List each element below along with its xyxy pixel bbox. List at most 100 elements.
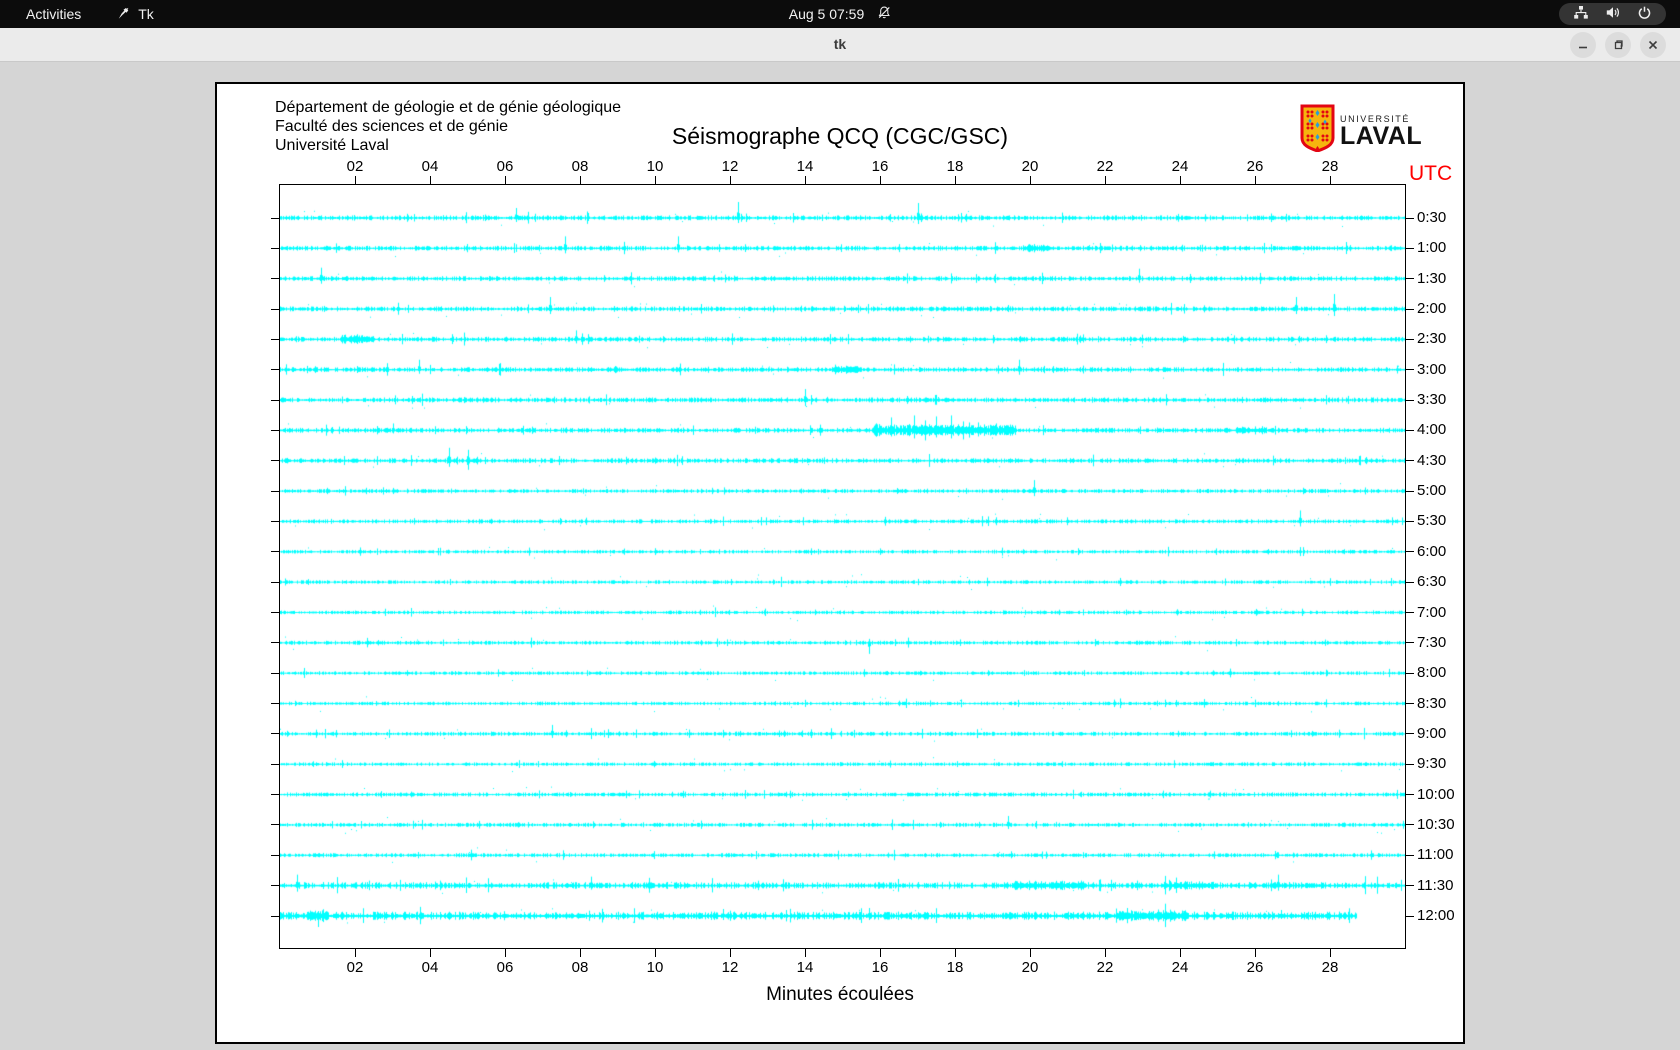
x-tick-label-top: 06	[496, 158, 514, 175]
x-tick-label-top: 14	[796, 158, 814, 175]
row-utc-label: 1:00	[1417, 239, 1447, 257]
x-tick-label-top: 08	[571, 158, 589, 175]
minimize-button[interactable]	[1570, 32, 1596, 58]
row-tick-left	[271, 733, 279, 735]
row-tick-right	[1406, 490, 1414, 492]
row-tick-right	[1406, 460, 1414, 462]
row-tick-right	[1406, 217, 1414, 219]
x-tick-bottom	[354, 949, 356, 957]
x-tick-top	[654, 176, 656, 184]
row-tick-left	[271, 612, 279, 614]
x-tick-top	[1329, 176, 1331, 184]
row-tick-left	[271, 278, 279, 280]
x-tick-bottom	[1029, 949, 1031, 957]
row-tick-left	[271, 338, 279, 340]
clock-menu-button[interactable]: Aug 5 07:59	[789, 5, 892, 23]
row-tick-right	[1406, 369, 1414, 371]
utc-axis-label: UTC	[1409, 162, 1453, 185]
x-tick-top	[579, 176, 581, 184]
x-tick-label-bottom: 20	[1021, 959, 1039, 976]
x-tick-label-bottom: 22	[1096, 959, 1114, 976]
close-button[interactable]	[1640, 32, 1666, 58]
row-tick-right	[1406, 703, 1414, 705]
system-tray-menu[interactable]	[1559, 3, 1666, 25]
x-tick-bottom	[1329, 949, 1331, 957]
logo-laval-text: LAVAL	[1340, 122, 1423, 150]
x-tick-label-bottom: 12	[721, 959, 739, 976]
row-tick-left	[271, 490, 279, 492]
row-tick-left	[271, 429, 279, 431]
row-tick-left	[271, 794, 279, 796]
row-utc-label: 10:00	[1417, 785, 1455, 803]
window-title-bar: tk	[0, 28, 1680, 62]
row-tick-right	[1406, 794, 1414, 796]
x-tick-label-top: 16	[871, 158, 889, 175]
x-tick-label-top: 22	[1096, 158, 1114, 175]
row-utc-label: 0:30	[1417, 209, 1447, 226]
x-tick-top	[354, 176, 356, 184]
row-tick-right	[1406, 278, 1414, 280]
row-utc-label: 4:30	[1417, 451, 1447, 469]
row-tick-right	[1406, 308, 1414, 310]
row-utc-label: 8:00	[1417, 664, 1447, 682]
row-tick-right	[1406, 915, 1414, 917]
x-tick-label-bottom: 28	[1321, 959, 1339, 976]
row-tick-left	[271, 672, 279, 674]
seismogram-plot-frame	[279, 184, 1406, 949]
row-tick-right	[1406, 642, 1414, 644]
row-tick-right	[1406, 551, 1414, 553]
x-tick-label-top: 26	[1246, 158, 1264, 175]
row-tick-right	[1406, 763, 1414, 765]
x-tick-bottom	[1179, 949, 1181, 957]
activities-button[interactable]: Activities	[18, 4, 89, 24]
row-utc-label: 1:30	[1417, 269, 1447, 287]
focused-app-indicator[interactable]: Tk	[117, 6, 154, 23]
row-tick-right	[1406, 854, 1414, 856]
x-tick-top	[1104, 176, 1106, 184]
row-utc-label: 2:30	[1417, 330, 1447, 348]
x-tick-label-bottom: 16	[871, 959, 889, 976]
row-tick-left	[271, 824, 279, 826]
page-title: Séismographe QCQ (CGC/GSC)	[671, 123, 1009, 149]
org-line-1: Département de géologie et de génie géol…	[275, 99, 622, 116]
x-tick-bottom	[1104, 949, 1106, 957]
row-tick-right	[1406, 247, 1414, 249]
power-icon	[1637, 5, 1652, 23]
row-tick-right	[1406, 338, 1414, 340]
row-utc-label: 2:00	[1417, 300, 1447, 318]
row-tick-left	[271, 703, 279, 705]
row-tick-left	[271, 642, 279, 644]
x-tick-top	[504, 176, 506, 184]
x-tick-label-top: 24	[1171, 158, 1189, 175]
x-tick-label-top: 12	[721, 158, 739, 175]
tk-app-icon	[117, 6, 131, 23]
row-utc-label: 11:00	[1417, 846, 1454, 864]
maximize-button[interactable]	[1605, 32, 1631, 58]
x-tick-label-top: 28	[1321, 158, 1339, 175]
x-tick-bottom	[654, 949, 656, 957]
x-tick-label-bottom: 04	[421, 959, 439, 976]
x-tick-label-bottom: 08	[571, 959, 589, 976]
x-tick-label-top: 10	[646, 158, 664, 175]
row-tick-left	[271, 915, 279, 917]
row-tick-right	[1406, 885, 1414, 887]
row-utc-label: 10:30	[1417, 815, 1455, 833]
row-tick-left	[271, 854, 279, 856]
x-tick-bottom	[804, 949, 806, 957]
row-tick-right	[1406, 672, 1414, 674]
x-tick-label-bottom: 10	[646, 959, 664, 976]
row-tick-left	[271, 460, 279, 462]
x-tick-top	[429, 176, 431, 184]
x-tick-bottom	[954, 949, 956, 957]
seismogram-canvas	[280, 185, 1405, 948]
x-tick-bottom	[1254, 949, 1256, 957]
x-tick-label-bottom: 18	[946, 959, 964, 976]
tk-seismograph-window: Département de géologie et de génie géol…	[215, 82, 1465, 1044]
x-tick-label-bottom: 24	[1171, 959, 1189, 976]
row-tick-left	[271, 520, 279, 522]
row-utc-label: 4:00	[1417, 421, 1447, 439]
x-tick-label-top: 02	[346, 158, 364, 175]
row-utc-label: 5:00	[1417, 482, 1447, 500]
row-tick-right	[1406, 581, 1414, 583]
row-utc-label: 7:30	[1417, 633, 1447, 651]
